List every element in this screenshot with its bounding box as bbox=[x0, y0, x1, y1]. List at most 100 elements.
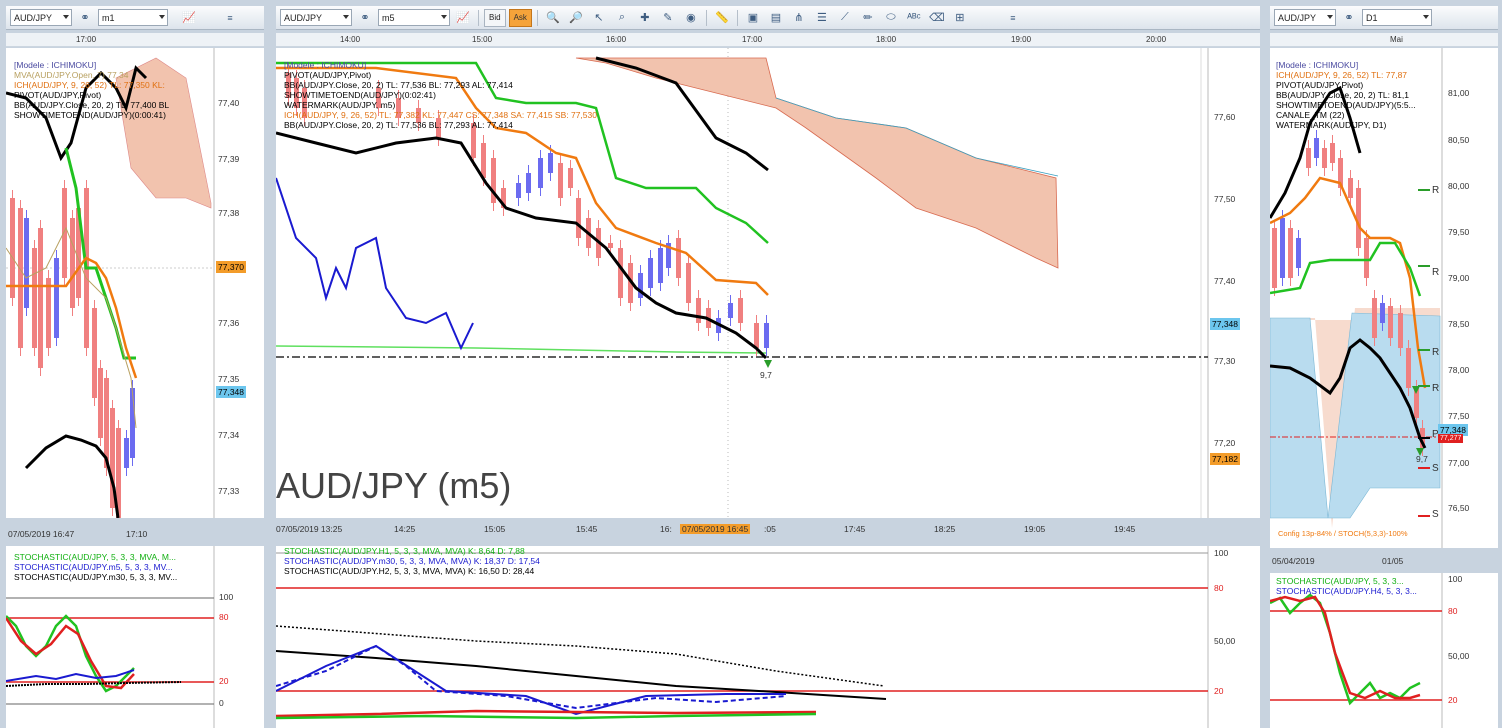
eraser-icon[interactable]: ⌫ bbox=[927, 9, 947, 27]
pen-icon[interactable]: ✏ bbox=[858, 9, 878, 27]
left-date-0: 07/05/2019 16:47 bbox=[8, 529, 75, 539]
date-label: :05 bbox=[764, 524, 776, 534]
ellipse-icon[interactable]: ⬭ bbox=[881, 9, 901, 27]
left-stoch-100: 100 bbox=[219, 592, 234, 602]
y-axis-label: 80,00 bbox=[1448, 181, 1470, 191]
left-timeframe-select[interactable]: m1 bbox=[98, 9, 168, 26]
link-icon[interactable]: ⚭ bbox=[1339, 9, 1359, 27]
y-axis-label: 77,20 bbox=[1214, 438, 1236, 448]
time-label: 15:00 bbox=[472, 35, 493, 44]
right-price-chart[interactable]: [Modele : ICHIMOKU] ICH(AUD/JPY, 9, 26, 5… bbox=[1270, 48, 1498, 548]
right-price-tag-red: 77,277 bbox=[1438, 434, 1464, 443]
link-icon[interactable]: ⚭ bbox=[75, 9, 95, 27]
y-axis-label: 77,39 bbox=[218, 154, 240, 164]
right-symbol-value: AUD/JPY bbox=[1278, 12, 1317, 23]
right-stoch-100: 100 bbox=[1448, 574, 1463, 584]
bid-button[interactable]: Bid bbox=[484, 8, 506, 27]
right-date-0: 05/04/2019 bbox=[1272, 556, 1315, 566]
y-axis-label: 77,50 bbox=[1448, 411, 1470, 421]
toolbar-separator bbox=[736, 9, 738, 26]
comment-icon[interactable]: ✎ bbox=[658, 9, 678, 27]
center-stoch-chart[interactable]: STOCHASTIC(AUD/JPY.H1, 5, 3, 3, MVA, MVA… bbox=[276, 546, 1260, 728]
pivot-label: R bbox=[1432, 383, 1440, 394]
date-label: 15:45 bbox=[576, 524, 598, 534]
right-stoch-chart[interactable]: STOCHASTIC(AUD/JPY, 5, 3, 3... STOCHASTIC… bbox=[1270, 573, 1498, 728]
date-label: 18:25 bbox=[934, 524, 956, 534]
center-watermark: AUD/JPY (m5) bbox=[276, 465, 511, 506]
zoom-in-icon[interactable]: 🔍 bbox=[543, 9, 563, 27]
link-icon[interactable]: ⚭ bbox=[355, 9, 375, 27]
y-axis-label: 77,40 bbox=[218, 98, 240, 108]
center-stoch-80: 80 bbox=[1214, 583, 1224, 593]
magnifier-icon[interactable]: ⌕ bbox=[612, 9, 632, 27]
left-timeframe-value: m1 bbox=[102, 12, 115, 23]
y-axis-label: 81,00 bbox=[1448, 88, 1470, 98]
right-footer: Config 13p-84% / STOCH(5,3,3)-100% bbox=[1278, 529, 1408, 538]
y-axis-label: 77,35 bbox=[218, 374, 240, 384]
y-axis-label: 79,50 bbox=[1448, 227, 1470, 237]
y-axis-label: 78,00 bbox=[1448, 365, 1470, 375]
center-timeframe-select[interactable]: m5 bbox=[378, 9, 450, 26]
left-stoch-chart[interactable]: STOCHASTIC(AUD/JPY, 5, 3, 3, MVA, M... ST… bbox=[6, 546, 264, 728]
left-symbol-select[interactable]: AUD/JPY bbox=[10, 9, 72, 26]
text-tool-icon[interactable]: ᴬᴮᶜ bbox=[904, 9, 924, 27]
y-axis-label: 77,40 bbox=[1214, 276, 1236, 286]
cursor-icon[interactable]: ↖ bbox=[589, 9, 609, 27]
network-icon[interactable]: ⊞ bbox=[950, 9, 970, 27]
center-price-tag-orange: 77,182 bbox=[1210, 453, 1240, 465]
pivot-label: S bbox=[1432, 463, 1439, 474]
time-label: 19:00 bbox=[1011, 35, 1032, 44]
center-timeframe-value: m5 bbox=[382, 12, 395, 23]
y-axis-label: 77,00 bbox=[1448, 458, 1470, 468]
y-axis-label: 77,60 bbox=[1214, 112, 1236, 122]
pivot-label: R bbox=[1432, 267, 1440, 278]
pivot-label: S bbox=[1432, 509, 1439, 520]
date-label: 19:45 bbox=[1114, 524, 1136, 534]
right-bottom-dates: 05/04/2019 01/05 bbox=[1270, 556, 1498, 568]
fork-icon[interactable]: ⋔ bbox=[789, 9, 809, 27]
window-icon[interactable]: ▤ bbox=[766, 9, 786, 27]
center-stoch-20: 20 bbox=[1214, 686, 1224, 696]
center-marker-label: 9,7 bbox=[760, 370, 772, 380]
date-label: 15:05 bbox=[484, 524, 506, 534]
right-toolbar: AUD/JPY ⚭ D1 bbox=[1270, 6, 1498, 30]
date-label: 16: bbox=[660, 524, 672, 534]
time-label: 17:00 bbox=[742, 35, 763, 44]
chart-type-icon[interactable]: 📈 bbox=[453, 9, 473, 27]
left-price-chart[interactable]: [Modele : ICHIMOKU] MVA(AUD/JPY.Open, 7) … bbox=[6, 48, 264, 518]
lines-icon[interactable]: ☰ bbox=[812, 9, 832, 27]
cross-icon[interactable]: ✚ bbox=[635, 9, 655, 27]
chart-type-icon[interactable]: 📈 bbox=[179, 9, 199, 27]
toolbar-separator bbox=[478, 9, 479, 26]
y-axis-label: 77,33 bbox=[218, 486, 240, 496]
globe-icon[interactable]: ◉ bbox=[681, 9, 701, 27]
zoom-out-icon[interactable]: 🔎 bbox=[566, 9, 586, 27]
date-label: 17:45 bbox=[844, 524, 866, 534]
right-date-1: 01/05 bbox=[1382, 556, 1404, 566]
right-timeframe-select[interactable]: D1 bbox=[1362, 9, 1432, 26]
left-symbol-value: AUD/JPY bbox=[14, 12, 53, 23]
panel-menu-icon[interactable]: ≡ bbox=[1003, 9, 1023, 27]
right-marker-label: 9,7 bbox=[1416, 454, 1428, 464]
center-toolbar: AUD/JPY ⚭ m5 📈 Bid Ask 🔍 🔎 ↖ ⌕ ✚ ✎ ◉ 📏 ▣… bbox=[276, 6, 1260, 30]
right-symbol-select[interactable]: AUD/JPY bbox=[1274, 9, 1336, 26]
center-bottom-dates: 07/05/2019 13:25 14:25 15:05 15:45 16: 07/05/… bbox=[276, 522, 1260, 536]
ruler-icon[interactable]: 📏 bbox=[712, 9, 732, 27]
toolbar-separator bbox=[536, 9, 538, 26]
pivot-label: R bbox=[1432, 185, 1440, 196]
left-bottom-dates: 07/05/2019 16:47 17:10 bbox=[6, 529, 264, 541]
center-symbol-select[interactable]: AUD/JPY bbox=[280, 9, 352, 26]
right-stoch-50: 50,00 bbox=[1448, 651, 1470, 661]
fan-icon[interactable]: ⟋ bbox=[835, 9, 855, 27]
right-top-time: Mai bbox=[1390, 35, 1403, 44]
time-label: 16:00 bbox=[606, 35, 627, 44]
center-price-chart[interactable]: AUD/JPY (m5) [Modele : ICHIMOKU] PIVOT(AU… bbox=[276, 48, 1260, 518]
ask-button[interactable]: Ask bbox=[508, 8, 532, 27]
image-icon[interactable]: ▣ bbox=[743, 9, 763, 27]
center-top-timebar: 14:00 15:00 16:00 17:00 18:00 19:00 20:00 bbox=[276, 33, 1260, 47]
time-label: 18:00 bbox=[876, 35, 897, 44]
y-axis-label: 77,36 bbox=[218, 318, 240, 328]
pivot-label: R bbox=[1432, 347, 1440, 358]
left-stoch-svg bbox=[6, 546, 215, 728]
panel-menu-icon[interactable]: ≡ bbox=[220, 9, 240, 27]
